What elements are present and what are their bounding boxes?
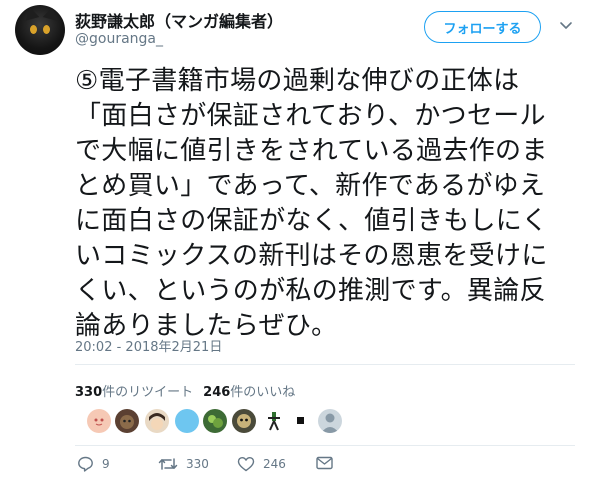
engagement-stats: 330件のリツイート 246件のいいね [75,381,295,400]
like-stat-label: 件のいいね [230,385,296,400]
tweet-text-line: ⑤電子書籍市場の過剰な伸びの正体は [75,66,520,96]
liker-avatar[interactable] [175,409,199,433]
liker-avatar[interactable] [232,409,256,433]
tweet-text-line: とめ買い」であって、新作であるがゆえ [75,171,546,201]
reply-count: 9 [102,457,110,471]
liker-avatar[interactable] [262,409,286,433]
divider [75,445,575,446]
like-icon [237,457,255,472]
liker-avatar[interactable] [87,409,111,433]
user-handle[interactable]: @gouranga_ [75,31,163,47]
chevron-down-icon[interactable] [558,17,574,33]
retweet-stat-label: 件のリツイート [102,385,194,400]
tweet-timestamp[interactable]: 20:02 - 2018年2月21日 [75,336,222,355]
tweet-text: ⑤電子書籍市場の過剰な伸びの正体は 「面白さが保証されており、かつセール で大幅… [75,64,575,344]
retweet-button[interactable]: 330 [158,456,209,472]
like-stat[interactable]: 246件のいいね [203,385,295,400]
like-stat-count: 246 [203,385,231,400]
retweet-stat-count: 330 [75,385,103,400]
avatar-cat-ear [42,5,60,21]
liker-avatar[interactable] [115,409,139,433]
reply-button[interactable]: 9 [77,456,110,472]
liker-avatar[interactable] [318,409,342,433]
retweet-action-count: 330 [186,457,209,471]
liker-avatar[interactable] [203,409,227,433]
avatar-cat-ear [22,5,40,21]
avatar-cat-eye [30,25,37,34]
reply-icon [78,456,93,472]
tweet-text-line: いコミックスの新刊はその恩恵を受けに [75,241,548,271]
tweet-text-line: で大幅に値引きをされている過去作のま [75,136,548,166]
share-icon [316,456,333,470]
tweet-text-line: に面白さの保証がなく、値引きもしにく [75,206,548,236]
like-action-count: 246 [263,457,286,471]
like-button[interactable]: 246 [237,456,286,472]
avatar[interactable] [15,5,65,55]
retweet-icon [158,458,178,470]
liker-avatar[interactable] [145,409,169,433]
share-button[interactable] [316,456,333,470]
tweet-text-line: くい、というのが私の推測です。異論反 [75,276,546,306]
avatar-cat-eye [43,25,50,34]
divider [75,364,575,365]
display-name[interactable]: 荻野謙太郎（マンガ編集者） [75,8,283,32]
liker-avatar[interactable] [297,417,304,424]
retweet-stat[interactable]: 330件のリツイート [75,385,193,400]
tweet-card: 荻野謙太郎（マンガ編集者） @gouranga_ フォローする ⑤電子書籍市場の… [0,0,595,492]
tweet-text-line: 「面白さが保証されており、かつセール [75,101,546,131]
follow-button[interactable]: フォローする [424,11,541,43]
